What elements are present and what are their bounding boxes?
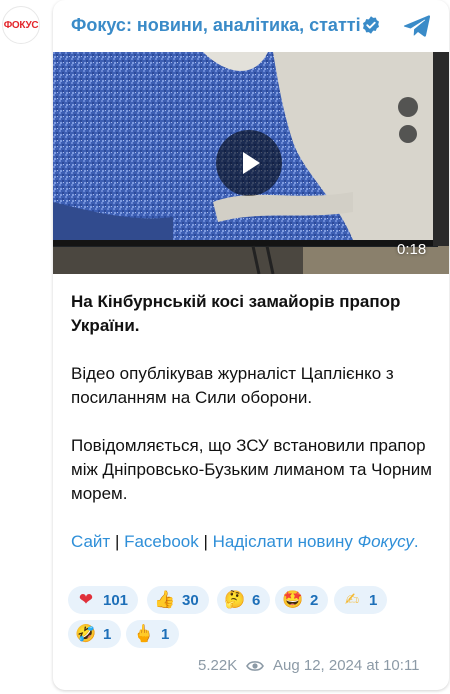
reaction-count: 2	[310, 591, 319, 609]
reaction-count: 1	[103, 625, 112, 643]
rolling-laughing-icon: 🤣	[75, 624, 97, 644]
reaction-writing-hand[interactable]: ✍ 1	[334, 586, 388, 614]
link-separator: |	[198, 532, 213, 551]
eye-icon	[246, 661, 264, 671]
star-struck-icon: 🤩	[282, 590, 304, 610]
avatar-logo-text: ФОКУС	[3, 19, 39, 31]
link-separator: |	[110, 532, 125, 551]
post-header: Фокус: новини, аналітика, статті	[53, 0, 449, 52]
verified-badge-icon	[363, 16, 379, 34]
post-paragraph: Відео опублікував журналіст Цаплієнко з …	[71, 364, 394, 407]
reaction-middle-finger[interactable]: 🖕 1	[126, 620, 180, 648]
post-links: Сайт | Facebook | Надіслати новину Фокус…	[71, 530, 441, 554]
post-card: Фокус: новини, аналітика, статті 0:18 На…	[53, 0, 449, 690]
link-period: .	[413, 532, 419, 551]
reaction-count: 1	[161, 625, 170, 643]
reaction-star-struck[interactable]: 🤩 2	[275, 586, 329, 614]
thinking-face-icon: 🤔	[224, 590, 246, 610]
post-date: Aug 12, 2024 at 10:11	[273, 657, 420, 674]
post-paragraph: Повідомляється, що ЗСУ встановили прапор…	[71, 436, 432, 503]
link-site[interactable]: Сайт	[71, 532, 110, 551]
link-focus[interactable]: Фокусу	[358, 532, 414, 551]
play-icon	[243, 152, 260, 174]
thumbs-up-icon: 👍	[154, 590, 176, 610]
channel-avatar[interactable]: ФОКУС	[2, 6, 40, 44]
reaction-count: 30	[182, 591, 199, 609]
telegram-post-view: ФОКУС Фокус: новини, аналітика, статті 0…	[0, 0, 450, 694]
link-facebook[interactable]: Facebook	[124, 532, 199, 551]
reaction-thinking[interactable]: 🤔 6	[217, 586, 271, 614]
channel-name[interactable]: Фокус: новини, аналітика, статті	[71, 15, 361, 36]
play-button[interactable]	[216, 130, 282, 196]
post-headline: На Кінбурнській косі замайорів прапор Ук…	[71, 292, 401, 335]
reaction-heart[interactable]: ❤ 101	[68, 586, 139, 614]
video-duration: 0:18	[397, 241, 427, 258]
video-player[interactable]: 0:18	[53, 52, 449, 274]
reaction-thumbs-up[interactable]: 👍 30	[147, 586, 209, 614]
reaction-count: 101	[103, 591, 129, 609]
view-count: 5.22K	[198, 657, 238, 674]
reaction-rolling-laughing[interactable]: 🤣 1	[68, 620, 122, 648]
reaction-count: 1	[369, 591, 378, 609]
link-send-news[interactable]: Надіслати новину	[213, 532, 353, 551]
heart-icon: ❤	[78, 590, 94, 610]
telegram-share-icon[interactable]	[403, 13, 431, 39]
middle-finger-icon: 🖕	[133, 624, 155, 644]
reaction-count: 6	[252, 591, 261, 609]
writing-hand-icon: ✍	[344, 590, 360, 610]
